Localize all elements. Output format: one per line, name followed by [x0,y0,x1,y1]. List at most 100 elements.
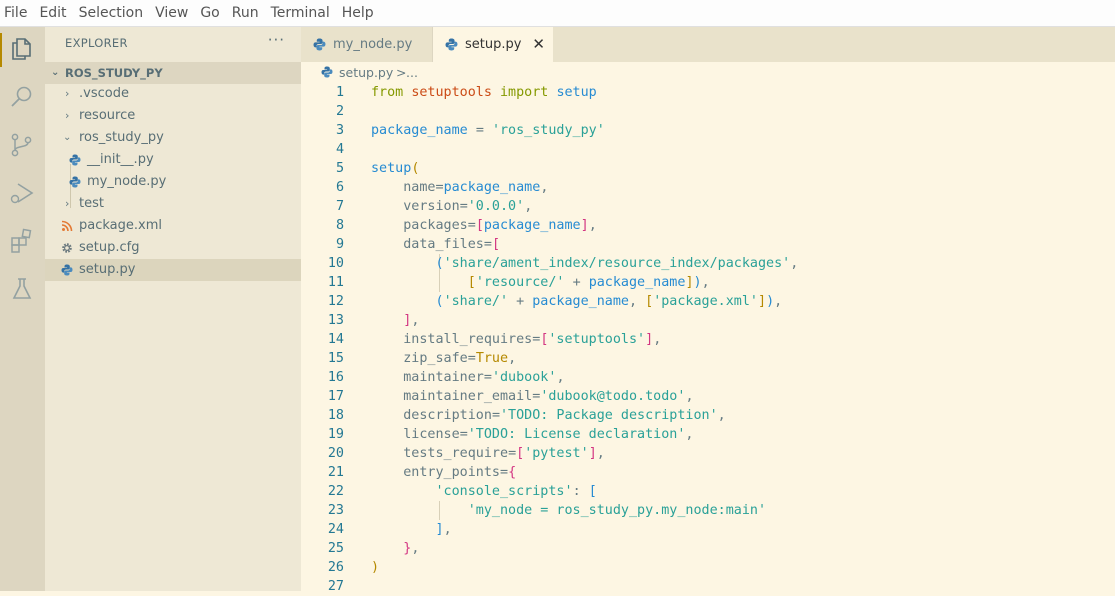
menu-run[interactable]: Run [226,0,265,27]
breadcrumb-file[interactable]: setup.py [339,62,393,83]
code-text: install_requires=['setuptools'], [403,332,662,347]
code-text: ['resource/' + package_name]), [467,275,710,290]
menu-help[interactable]: Help [336,0,380,27]
line-number: 21 [327,465,344,480]
code-line[interactable]: 7 version='0.0.0', [301,197,1115,216]
code-line[interactable]: 22 'console_scripts': [ [301,482,1115,501]
tree-folder-ros-study-py[interactable]: ⌄ ros_study_py [45,127,301,149]
code-line[interactable]: 26) [301,558,1115,577]
python-file-icon [321,66,333,78]
code-line[interactable]: 8 packages=[package_name], [301,216,1115,235]
sidebar-title: EXPLORER [65,36,128,50]
python-file-icon [61,264,73,276]
line-number: 18 [327,408,344,423]
rss-xml-icon [61,220,73,232]
extensions-icon[interactable] [8,227,36,255]
source-control-icon[interactable] [8,131,36,159]
code-line[interactable]: 23 'my_node = ros_study_py.my_node:main' [301,501,1115,520]
line-number: 15 [327,351,344,366]
menu-go[interactable]: Go [194,0,225,27]
tab-label: setup.py [465,37,522,52]
code-text: entry_points={ [403,465,517,480]
menu-selection[interactable]: Selection [73,0,150,27]
code-line[interactable]: 16 maintainer='dubook', [301,368,1115,387]
tree-file-my-node-py[interactable]: my_node.py [45,171,301,193]
menu-file[interactable]: File [0,0,33,27]
tree-item-label: setup.cfg [79,240,140,255]
code-line[interactable]: 10 ('share/ament_index/resource_index/pa… [301,254,1115,273]
line-number: 19 [327,427,344,442]
code-line[interactable]: 27 [301,577,1115,596]
breadcrumb-symbols[interactable]: ... [406,62,418,83]
line-number: 8 [335,218,344,233]
tab-my-node-py[interactable]: my_node.py [301,27,433,62]
code-text: license='TODO: License declaration', [403,427,694,442]
line-number: 26 [327,560,344,575]
tab-label: my_node.py [333,37,413,52]
chevron-down-icon: ⌄ [63,132,72,143]
code-line[interactable]: 9 data_files=[ [301,235,1115,254]
explorer-sidebar: EXPLORER ··· ⌄ ROS_STUDY_PY › .vscode › … [45,27,301,591]
tree-file-setup-py[interactable]: setup.py [45,259,301,281]
tree-item-label: .vscode [79,86,129,101]
line-number: 3 [335,123,344,138]
line-number: 7 [335,199,344,214]
code-text: ('share/ament_index/resource_index/packa… [435,256,799,271]
code-line[interactable]: 18 description='TODO: Package descriptio… [301,406,1115,425]
code-line[interactable]: 13 ], [301,311,1115,330]
tree-file-setup-cfg[interactable]: setup.cfg [45,237,301,259]
code-line[interactable]: 11 ['resource/' + package_name]), [301,273,1115,292]
chevron-down-icon: ⌄ [51,67,60,78]
tree-file-package-xml[interactable]: package.xml [45,215,301,237]
menu-edit[interactable]: Edit [33,0,72,27]
code-text: tests_require=['pytest'], [403,446,605,461]
code-line[interactable]: 24 ], [301,520,1115,539]
code-line[interactable]: 4 [301,140,1115,159]
code-line[interactable]: 1 from setuptools import setup [301,83,1115,102]
code-line[interactable]: 6 name=package_name, [301,178,1115,197]
menu-terminal[interactable]: Terminal [265,0,336,27]
chevron-right-icon: › [65,197,70,210]
active-indicator [0,33,2,67]
code-text: ], [403,313,420,328]
menu-view[interactable]: View [149,0,194,27]
code-line[interactable]: 14 install_requires=['setuptools'], [301,330,1115,349]
code-line[interactable]: 3 package_name = 'ros_study_py' [301,121,1115,140]
code-line[interactable]: 12 ('share/' + package_name, ['package.x… [301,292,1115,311]
code-line[interactable]: 25 }, [301,539,1115,558]
search-icon[interactable] [8,83,36,111]
line-number: 23 [327,503,344,518]
tab-setup-py[interactable]: setup.py ✕ [433,27,553,62]
code-editor[interactable]: 1 from setuptools import setup 2 3 package_n… [301,83,1115,594]
project-folder-header[interactable]: ⌄ ROS_STUDY_PY [45,62,301,84]
tree-folder-test[interactable]: › test [45,193,301,215]
tree-folder-vscode[interactable]: › .vscode [45,83,301,105]
tree-item-label: resource [79,108,136,123]
code-text: description='TODO: Package description', [403,408,726,423]
gear-icon [62,243,72,253]
code-line[interactable]: 19 license='TODO: License declaration', [301,425,1115,444]
more-actions-icon[interactable]: ··· [268,31,285,49]
code-text: package_name = 'ros_study_py' [371,123,605,138]
line-number: 1 [335,85,344,100]
line-number: 6 [335,180,344,195]
line-number: 20 [327,446,344,461]
tree-folder-resource[interactable]: › resource [45,105,301,127]
line-number: 9 [335,237,344,252]
chevron-right-icon: › [65,109,70,122]
explorer-icon[interactable] [8,35,36,63]
tree-item-label: test [79,196,104,211]
code-line[interactable]: 2 [301,102,1115,121]
code-line[interactable]: 17 maintainer_email='dubook@todo.todo', [301,387,1115,406]
close-icon[interactable]: ✕ [532,27,545,62]
code-line[interactable]: 5 setup( [301,159,1115,178]
code-text: data_files=[ [403,237,500,252]
testing-icon[interactable] [8,275,36,303]
line-number: 5 [335,161,344,176]
code-line[interactable]: 15 zip_safe=True, [301,349,1115,368]
tree-file-init-py[interactable]: __init__.py [45,149,301,171]
run-debug-icon[interactable] [8,179,36,207]
code-line[interactable]: 21 entry_points={ [301,463,1115,482]
code-line[interactable]: 20 tests_require=['pytest'], [301,444,1115,463]
breadcrumb: setup.py > ... [301,62,1115,83]
